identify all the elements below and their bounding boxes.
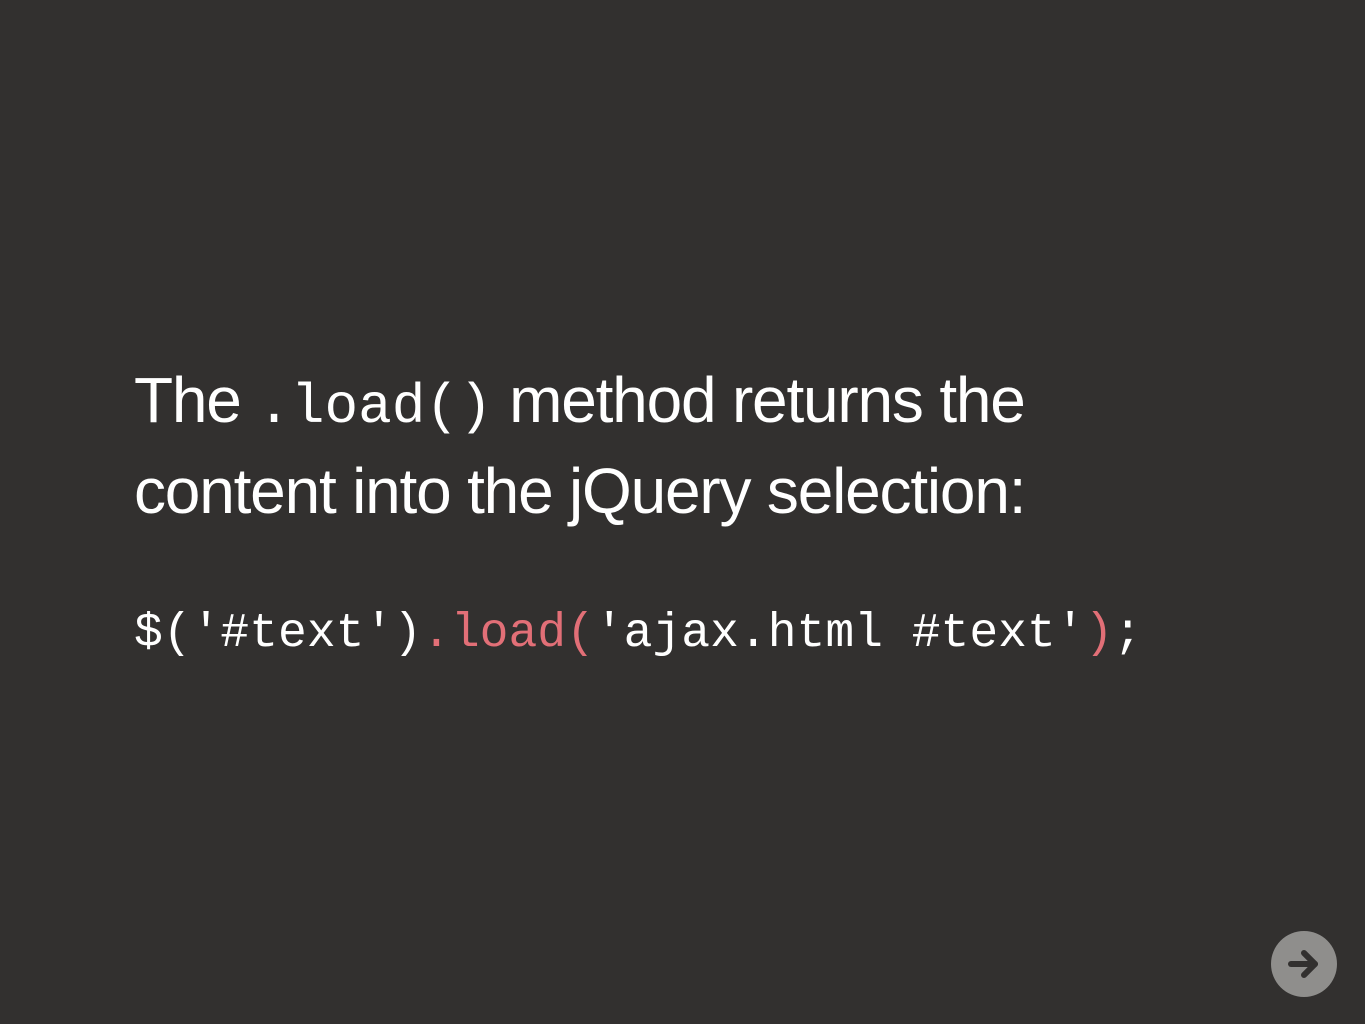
code-semicolon: ; [1113, 607, 1143, 661]
heading-line-2: content into the jQuery selection: [134, 455, 1026, 527]
arrow-right-icon [1288, 950, 1318, 978]
code-load-call: .load( [422, 607, 595, 661]
heading-suffix: method returns the [492, 364, 1026, 436]
code-close-paren: ) [1084, 607, 1114, 661]
heading-prefix: The [134, 364, 258, 436]
next-slide-button[interactable] [1271, 931, 1337, 997]
code-selector: $('#text') [134, 607, 423, 661]
code-example: $('#text').load('ajax.html #text'); [134, 604, 1142, 664]
code-argument: 'ajax.html #text' [594, 607, 1085, 661]
slide-heading: The .load() method returns the content in… [134, 358, 1234, 533]
heading-code-method: .load() [257, 375, 493, 439]
slide: The .load() method returns the content in… [0, 0, 1365, 1024]
